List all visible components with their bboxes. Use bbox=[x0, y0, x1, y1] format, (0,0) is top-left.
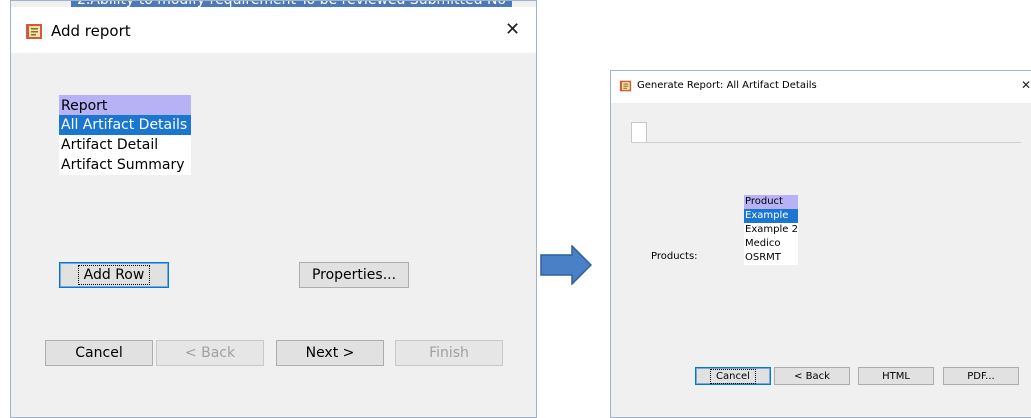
finish-button[interactable]: Finish bbox=[395, 340, 503, 366]
list-item-medico[interactable]: Medico bbox=[744, 237, 798, 251]
next-button[interactable]: Next > bbox=[276, 340, 384, 366]
list-item-all-artifact-details[interactable]: All Artifact Details bbox=[59, 115, 191, 135]
tab-strip bbox=[631, 122, 647, 143]
app-icon bbox=[26, 24, 42, 39]
list-header: Product bbox=[744, 195, 798, 209]
add-report-titlebar: Add report ✕ bbox=[11, 7, 536, 53]
cancel-button[interactable]: Cancel bbox=[695, 367, 771, 385]
close-icon[interactable]: ✕ bbox=[1021, 78, 1031, 92]
back-button[interactable]: < Back bbox=[774, 367, 850, 385]
properties-button[interactable]: Properties... bbox=[299, 262, 409, 288]
products-label: Products: bbox=[651, 251, 698, 262]
list-item-example[interactable]: Example bbox=[744, 209, 798, 223]
add-report-dialog: 2.Ability to modify requirement To be re… bbox=[10, 0, 537, 418]
list-header: Report bbox=[59, 95, 191, 115]
html-button[interactable]: HTML bbox=[858, 367, 934, 385]
list-item-example-2[interactable]: Example 2 bbox=[744, 223, 798, 237]
generate-report-dialog: Generate Report: All Artifact Details ✕ … bbox=[610, 70, 1031, 418]
products-list[interactable]: Product Example Example 2 Medico OSRMT bbox=[744, 195, 798, 265]
cancel-button[interactable]: Cancel bbox=[45, 340, 153, 366]
list-item-artifact-detail[interactable]: Artifact Detail bbox=[59, 135, 191, 155]
add-row-button[interactable]: Add Row bbox=[59, 262, 169, 288]
app-icon bbox=[619, 80, 632, 92]
list-item-artifact-summary[interactable]: Artifact Summary bbox=[59, 155, 191, 175]
close-icon[interactable]: ✕ bbox=[505, 19, 520, 40]
generate-report-titlebar: Generate Report: All Artifact Details ✕ bbox=[611, 71, 1031, 103]
list-item-osrmt[interactable]: OSRMT bbox=[744, 251, 798, 265]
separator-line bbox=[631, 142, 1021, 143]
transition-arrow-icon bbox=[540, 245, 592, 285]
dialog-title: Generate Report: All Artifact Details bbox=[637, 80, 817, 91]
back-button[interactable]: < Back bbox=[156, 340, 264, 366]
dialog-title: Add report bbox=[51, 22, 131, 40]
pdf-button[interactable]: PDF... bbox=[943, 367, 1019, 385]
report-list[interactable]: Report All Artifact Details Artifact Det… bbox=[59, 95, 191, 175]
